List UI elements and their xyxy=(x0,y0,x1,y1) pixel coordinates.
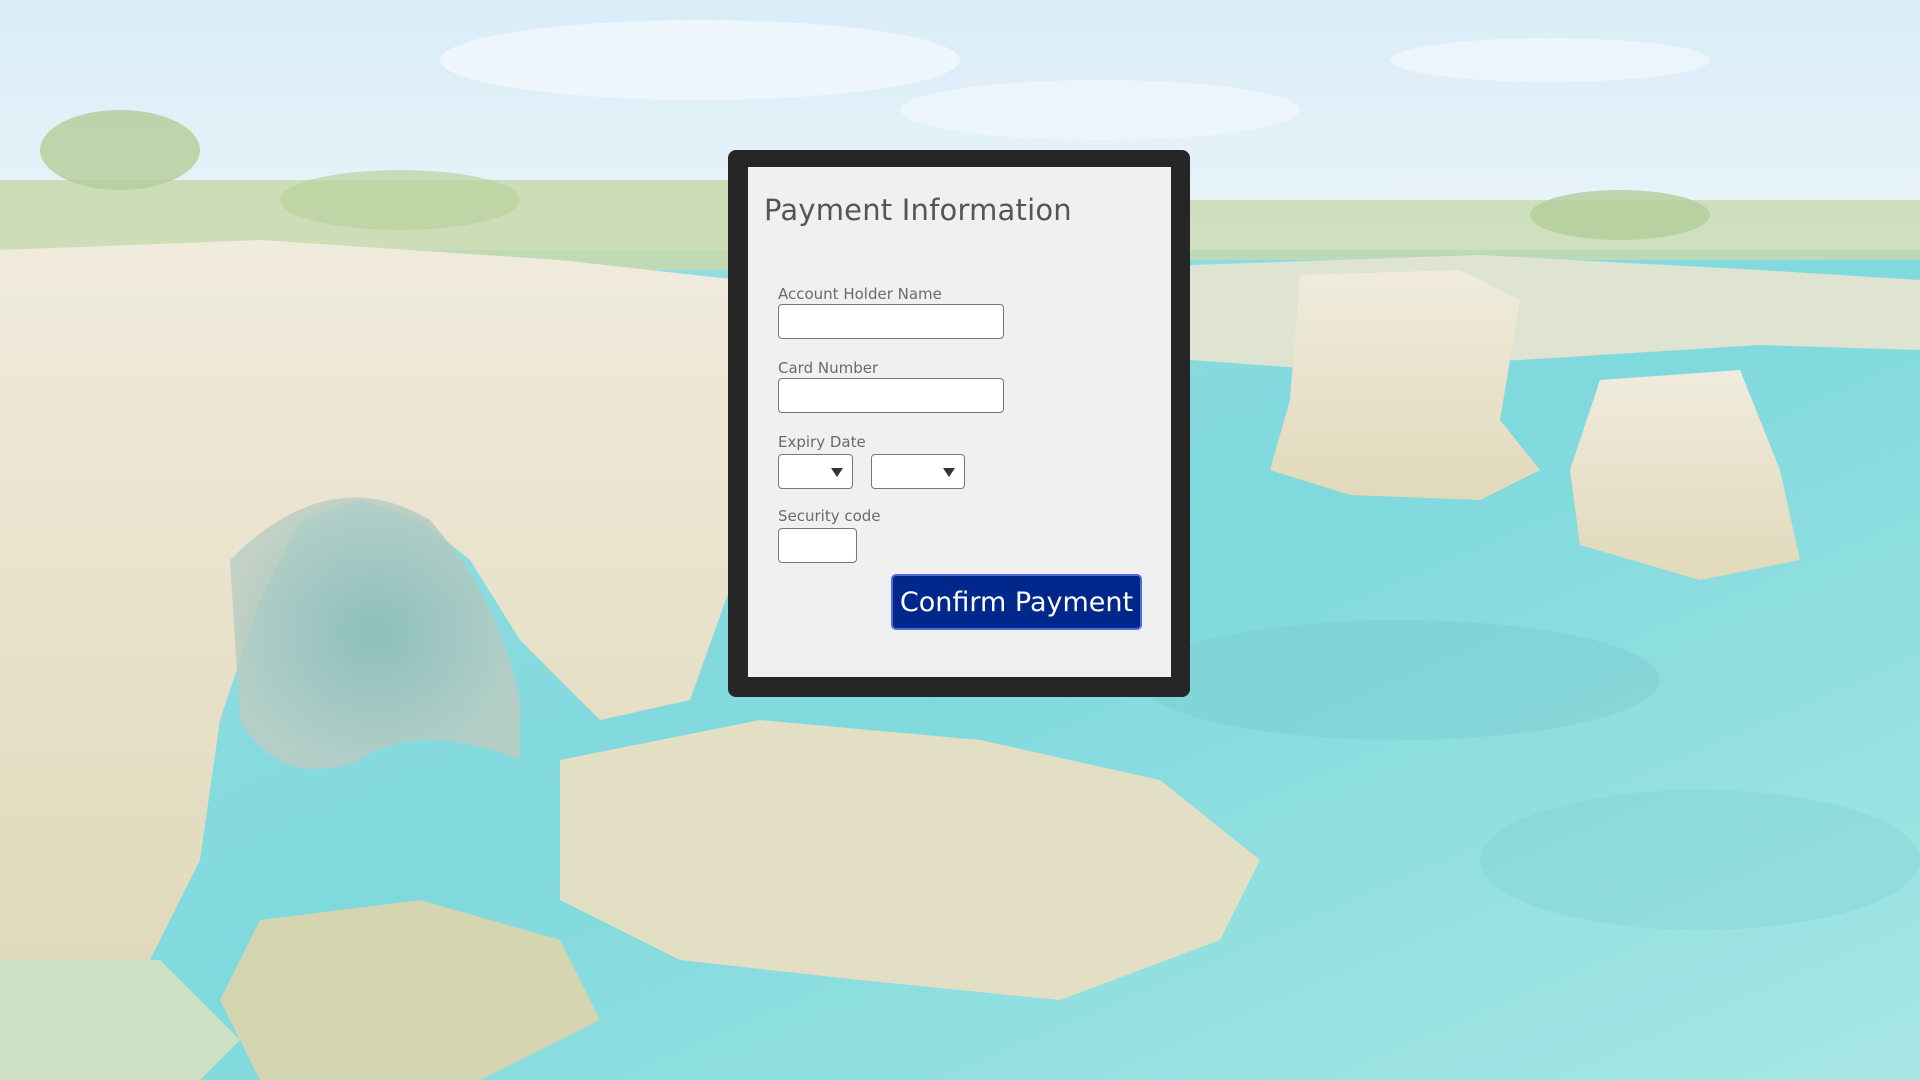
expiry-date-label: Expiry Date xyxy=(778,433,866,451)
dropdown-arrow-icon xyxy=(943,468,955,477)
security-code-input[interactable] xyxy=(778,528,857,563)
dropdown-arrow-icon xyxy=(831,468,843,477)
expiry-month-select[interactable] xyxy=(778,454,853,489)
card-number-input[interactable] xyxy=(778,378,1004,413)
account-holder-label: Account Holder Name xyxy=(778,285,942,303)
security-code-label: Security code xyxy=(778,507,881,525)
expiry-year-select[interactable] xyxy=(871,454,965,489)
payment-form: Payment Information Account Holder Name … xyxy=(748,167,1171,677)
page-title: Payment Information xyxy=(764,193,1072,227)
confirm-payment-button[interactable]: Confirm Payment xyxy=(891,574,1142,630)
card-number-label: Card Number xyxy=(778,359,879,377)
account-holder-input[interactable] xyxy=(778,304,1004,339)
payment-card-frame: Payment Information Account Holder Name … xyxy=(728,150,1190,697)
